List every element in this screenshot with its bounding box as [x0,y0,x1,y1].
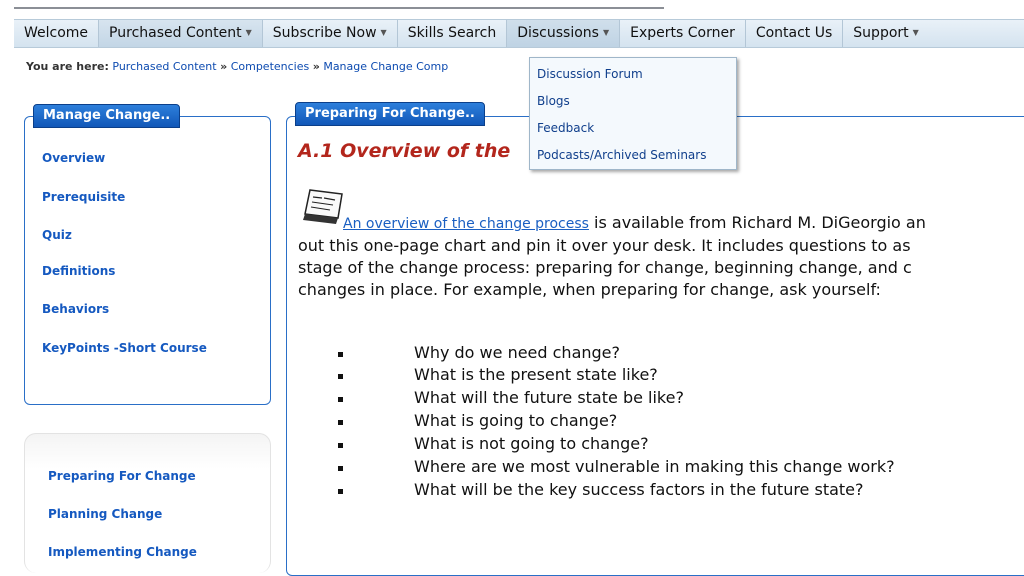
list-item-text: Where are we most vulnerable in making t… [414,457,895,476]
sidebar-link-keypoints[interactable]: KeyPoints -Short Course [42,341,207,355]
chevron-down-icon: ▼ [912,28,919,37]
list-item-text: What is not going to change? [414,434,649,453]
breadcrumb-separator: » [220,60,228,73]
bullet-icon [338,374,343,379]
para-line: is available from Richard M. DiGeorgio a… [588,213,926,232]
nav-experts-corner[interactable]: Experts Corner [620,20,746,47]
sidebar-link-implementing[interactable]: Implementing Change [48,545,197,559]
nav-label: Contact Us [755,25,833,41]
breadcrumb-prefix: You are here: [26,60,109,73]
breadcrumb-separator: » [312,60,320,73]
list-item-text: Why do we need change? [414,343,621,362]
bullet-icon [338,466,343,471]
nav-label: Skills Search [407,25,497,41]
nav-label: Experts Corner [630,25,735,41]
nav-subscribe-now[interactable]: Subscribe Now ▼ [263,20,398,47]
nav-support[interactable]: Support ▼ [843,20,929,47]
sidebar-link-preparing[interactable]: Preparing For Change [48,469,196,483]
main-nav: Welcome Purchased Content ▼ Subscribe Now… [14,19,1024,48]
list-item-text: What will the future state be like? [414,388,684,407]
intro-paragraph: An overview of the change process is ava… [298,212,1024,301]
nav-welcome[interactable]: Welcome [14,20,100,47]
sidebar-link-prerequisite[interactable]: Prerequisite [42,190,125,204]
list-item-text: What will be the key success factors in … [414,480,864,499]
list-item-text: What is going to change? [414,411,618,430]
page-title: A.1 Overview of the [298,140,511,162]
bullet-icon [338,397,343,402]
top-divider [14,7,664,9]
change-process-link[interactable]: An overview of the change process [343,216,589,232]
breadcrumb-link[interactable]: Manage Change Comp [323,60,448,73]
bullet-icon [338,489,343,494]
para-line: stage of the change process: preparing f… [298,258,912,277]
sidebar-link-behaviors[interactable]: Behaviors [42,302,109,316]
bullet-icon [338,352,343,357]
sidebar-link-overview[interactable]: Overview [42,151,105,165]
sidebar-link-planning[interactable]: Planning Change [48,507,162,521]
content-tab-title: Preparing For Change.. [295,102,485,126]
sidebar-link-definitions[interactable]: Definitions [42,264,115,278]
breadcrumb-link[interactable]: Purchased Content [112,60,216,73]
menu-item-discussion-forum[interactable]: Discussion Forum [530,63,736,90]
discussions-dropdown: Discussion Forum Blogs Feedback Podcasts… [529,57,737,170]
sidebar-link-quiz[interactable]: Quiz [42,228,72,242]
nav-contact-us[interactable]: Contact Us [746,20,844,47]
menu-item-feedback[interactable]: Feedback [530,117,736,144]
bullet-icon [338,443,343,448]
para-line: out this one-page chart and pin it over … [298,236,911,255]
nav-label: Purchased Content [109,25,242,41]
chevron-down-icon: ▼ [380,28,387,37]
sidebar-title: Manage Change.. [33,104,181,128]
list-item-text: What is the present state like? [414,365,658,384]
nav-skills-search[interactable]: Skills Search [398,20,508,47]
breadcrumb-link[interactable]: Competencies [231,60,310,73]
nav-label: Discussions [517,25,599,41]
nav-purchased-content[interactable]: Purchased Content ▼ [99,20,263,47]
breadcrumb: You are here: Purchased Content » Compet… [26,60,448,73]
chevron-down-icon: ▼ [602,28,610,37]
bullet-icon [338,420,343,425]
menu-item-podcasts[interactable]: Podcasts/Archived Seminars [530,144,736,171]
content-panel [286,116,1024,576]
nav-label: Support [853,25,909,41]
nav-label: Welcome [24,25,89,41]
nav-discussions[interactable]: Discussions ▼ [507,20,621,47]
menu-item-blogs[interactable]: Blogs [530,90,736,117]
nav-label: Subscribe Now [272,25,377,41]
chevron-down-icon: ▼ [245,28,252,37]
para-line: changes in place. For example, when prep… [298,280,881,299]
